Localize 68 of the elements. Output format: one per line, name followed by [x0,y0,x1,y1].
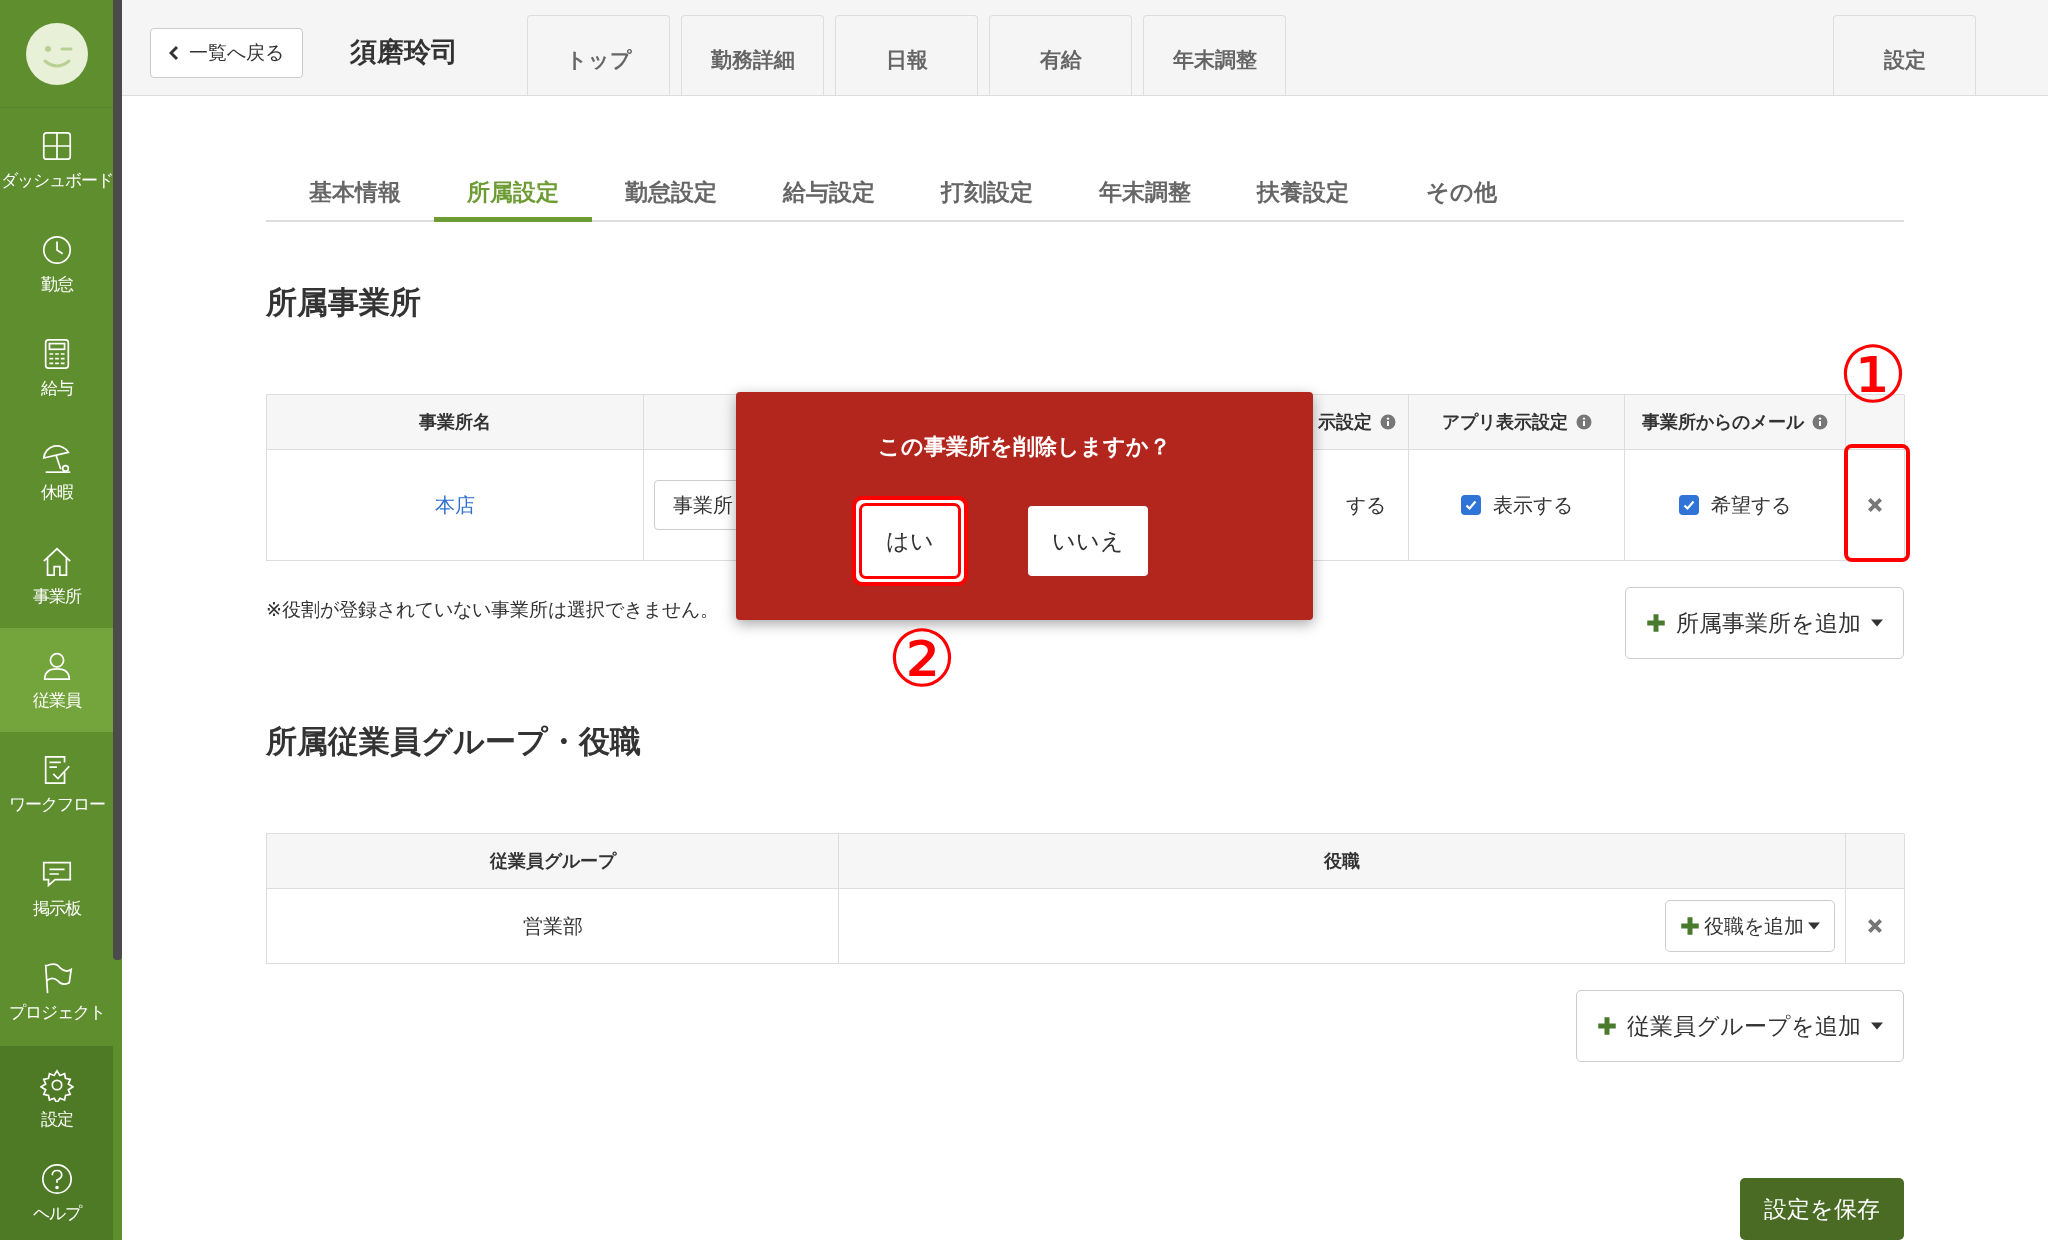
add-office-button[interactable]: 所属事業所を追加 [1625,587,1904,659]
settings-tab[interactable]: 設定 [1833,15,1976,95]
settings-icon [39,1067,74,1102]
checkbox[interactable] [1460,495,1481,515]
subtab[interactable]: 年末調整 [1066,168,1224,222]
sidebar-item[interactable]: プロジェクト [0,940,113,1044]
sidebar-item[interactable]: 事業所 [0,524,113,628]
tab[interactable]: 年末調整 [1143,15,1286,95]
subtab[interactable]: 扶養設定 [1224,168,1382,222]
section-title: 所属事業所 [266,283,422,322]
sidebar-item[interactable]: 設定 [0,1052,113,1146]
checkbox-label: 表示する [1492,491,1573,519]
sidebar-item[interactable]: ヘルプ [0,1146,113,1240]
column-header: 示設定 [1318,410,1372,434]
dialog-button[interactable]: いいえ [1027,506,1148,576]
column-header: 事業所名 [419,410,491,434]
table-cell: 営業部 [522,912,583,940]
office-link[interactable]: 本店 [435,491,475,519]
subtab[interactable]: 基本情報 [276,168,434,222]
info-icon[interactable] [1575,414,1592,430]
delete-icon[interactable] [1866,917,1884,935]
delete-icon[interactable] [1866,496,1884,514]
column-header: アプリ表示設定 [1441,410,1568,434]
column-header: 事業所からのメール [1642,410,1804,434]
table-cell: する [1346,491,1386,519]
help-icon [39,1161,74,1196]
avatar-icon[interactable] [24,21,89,86]
sidebar-item[interactable]: 従業員 [0,628,113,732]
checkbox[interactable] [1679,495,1699,515]
annotation-number: ① [1838,336,1908,414]
subtab[interactable]: その他 [1382,168,1540,222]
sidebar-item[interactable]: 給与 [0,316,113,420]
info-icon[interactable] [1380,414,1396,430]
caret-icon [1808,922,1820,930]
tab[interactable]: 勤務詳細 [681,15,824,95]
info-icon[interactable] [1812,414,1828,430]
sidebar-item[interactable]: 掲示板 [0,836,113,940]
subtab[interactable]: 打刻設定 [908,168,1066,222]
subtab[interactable]: 給与設定 [750,168,908,222]
dialog-message: この事業所を削除しますか？ [878,433,1171,461]
note-text: ※役割が登録されていない事業所は選択できません。 [266,597,719,622]
sidebar-item[interactable]: ダッシュボード [0,108,113,212]
back-button[interactable]: 一覧へ戻る [150,28,303,78]
add-role-button[interactable]: 役職を追加 [1665,900,1835,952]
checkbox-label: 希望する [1711,491,1791,519]
employee-name: 須磨玲司 [350,35,458,69]
subtab[interactable]: 所属設定 [434,168,592,222]
section-title: 所属従業員グループ・役職 [266,722,642,761]
tab[interactable]: 有給 [989,15,1132,95]
tab[interactable]: 日報 [835,15,978,95]
subtab[interactable]: 勤怠設定 [592,168,750,222]
column-header: 従業員グループ [267,834,839,889]
sidebar-item[interactable]: 休暇 [0,420,113,524]
save-button[interactable]: 設定を保存 [1740,1178,1904,1240]
dialog-button[interactable]: はい [861,506,958,576]
caret-icon [1871,1022,1883,1030]
sidebar-item[interactable]: ワークフロー [0,732,113,836]
add-group-button[interactable]: 従業員グループを追加 [1576,990,1904,1062]
sidebar-item[interactable]: 勤怠 [0,212,113,316]
tab[interactable]: トップ [527,15,670,95]
plus-icon [1680,916,1700,936]
annotation-number: ② [887,620,957,698]
plus-icon [1597,1016,1617,1036]
chevron-left-icon [169,45,179,61]
caret-icon [1871,619,1883,627]
column-header: 役職 [839,834,1846,889]
scrollbar[interactable] [113,0,122,960]
plus-icon [1646,613,1666,633]
